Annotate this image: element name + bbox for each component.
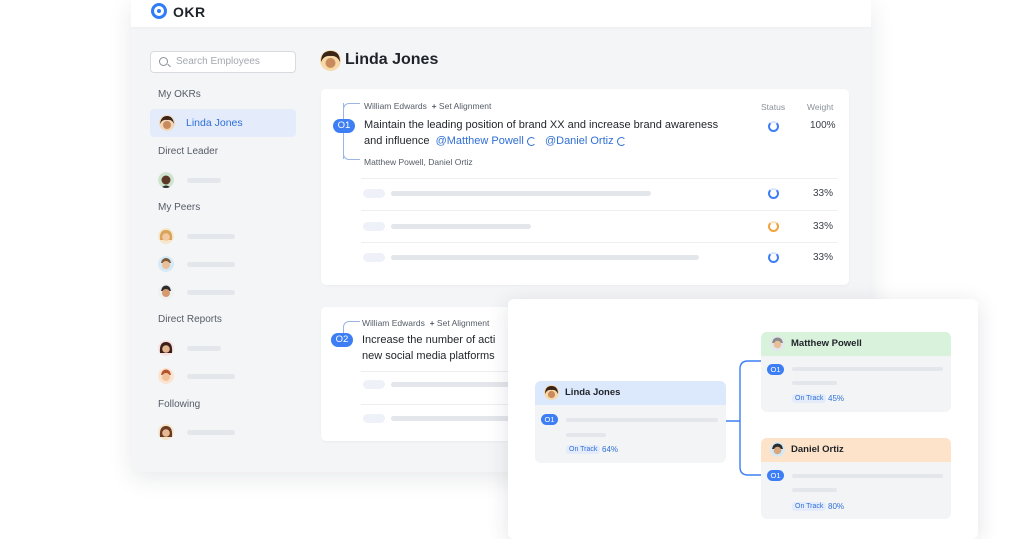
divider [361,210,837,211]
avatar [770,336,785,351]
status-icon [768,188,779,199]
objective-text[interactable]: Increase the number of acti new social m… [362,332,522,364]
key-result-text-placeholder [391,224,531,229]
avatar[interactable] [158,228,174,244]
key-result-badge [363,222,385,231]
objective-badge: O1 [767,470,784,481]
progress-value: 64% [602,445,619,454]
tree-node-linda-jones[interactable]: Linda Jones O1 On Track 64% [535,381,726,463]
leader-name-placeholder [187,178,221,183]
key-result-badge [363,253,385,262]
avatar[interactable] [158,284,174,300]
objective-card: William Edwards + Set Alignment O1 Maint… [321,89,849,285]
avatar[interactable] [158,368,174,384]
alignment-tree-panel: Linda Jones O1 On Track 64% Matthew Powe… [508,299,978,539]
key-result-weight: 33% [813,188,834,199]
page-title: Linda Jones [345,51,439,68]
report-name-placeholder [187,374,235,379]
objective-text[interactable]: Maintain the leading position of brand X… [364,117,764,149]
section-my-okrs: My OKRs [158,89,201,100]
objective-text-placeholder [792,474,943,478]
avatar [159,115,175,131]
section-direct-leader: Direct Leader [158,146,219,157]
divider [361,178,837,179]
objective-text-placeholder [566,418,718,422]
divider [361,242,837,243]
tree-node-daniel-ortiz[interactable]: Daniel Ortiz O1 On Track 80% [761,438,951,519]
avatar[interactable] [158,172,174,188]
key-result-weight: 33% [813,252,834,263]
set-alignment-link[interactable]: + Set Alignment [429,101,492,111]
search-icon [159,57,168,66]
user-avatar [320,50,341,71]
progress-value: 80% [828,502,845,511]
key-result-text-placeholder [391,255,699,260]
avatar[interactable] [158,424,174,440]
objective-badge: O1 [541,414,558,425]
section-my-peers: My Peers [158,202,201,213]
objective-text-placeholder [792,381,837,385]
objective-text-placeholder [792,367,943,371]
set-alignment-link[interactable]: + Set Alignment [427,318,490,328]
mention-icon [526,136,536,146]
objective-badge: O1 [767,364,784,375]
mention-matthew-powell[interactable]: @Matthew Powell [436,135,536,147]
following-name-placeholder [187,430,235,435]
objective-text-placeholder [566,433,606,437]
node-name: Daniel Ortiz [791,444,844,455]
top-bar: OKR [131,0,871,27]
section-direct-reports: Direct Reports [158,314,222,325]
search-employees-input[interactable]: Search Employees [150,51,296,73]
peer-name-placeholder [187,234,235,239]
key-result-text-placeholder [391,191,651,196]
peer-name-placeholder [187,290,235,295]
status-icon [768,221,779,232]
report-name-placeholder [187,346,221,351]
app-title: OKR [173,4,206,20]
alignment-connector-bottom [343,153,360,160]
key-result-badge [363,380,385,389]
avatar [544,385,559,400]
status-badge: On Track [792,394,827,403]
okr-logo-icon [151,3,167,19]
mention-icon [616,136,626,146]
status-badge: On Track [566,445,601,454]
status-icon [768,121,779,132]
key-result-text-placeholder [391,416,511,421]
node-name: Matthew Powell [791,338,862,349]
sidebar-item-label: Linda Jones [186,117,243,129]
avatar [770,442,785,457]
objective-badge: O1 [333,119,355,133]
status-badge: On Track [792,502,827,511]
supporters-label: Matthew Powell, Daniel Ortiz [364,157,473,167]
avatar[interactable] [158,340,174,356]
search-placeholder: Search Employees [176,56,260,67]
aligned-with-label: William Edwards + Set Alignment [362,318,490,328]
alignment-connector-top [343,103,360,110]
key-result-badge [363,414,385,423]
objective-text-placeholder [792,488,837,492]
key-result-text-placeholder [391,382,511,387]
objective-weight: 100% [810,120,836,131]
node-header [535,381,726,405]
avatar[interactable] [158,256,174,272]
objective-badge: O2 [331,333,353,347]
section-following: Following [158,399,201,410]
status-column-header: Status [761,102,786,112]
node-header [761,438,951,462]
key-result-badge [363,189,385,198]
mention-daniel-ortiz[interactable]: @Daniel Ortiz [545,135,626,147]
aligned-with-label: William Edwards + Set Alignment [364,101,492,111]
progress-value: 45% [828,394,845,403]
status-icon [768,252,779,263]
key-result-weight: 33% [813,221,834,232]
tree-node-matthew-powell[interactable]: Matthew Powell O1 On Track 45% [761,332,951,412]
peer-name-placeholder [187,262,235,267]
node-name: Linda Jones [565,387,621,398]
weight-column-header: Weight [807,102,834,112]
